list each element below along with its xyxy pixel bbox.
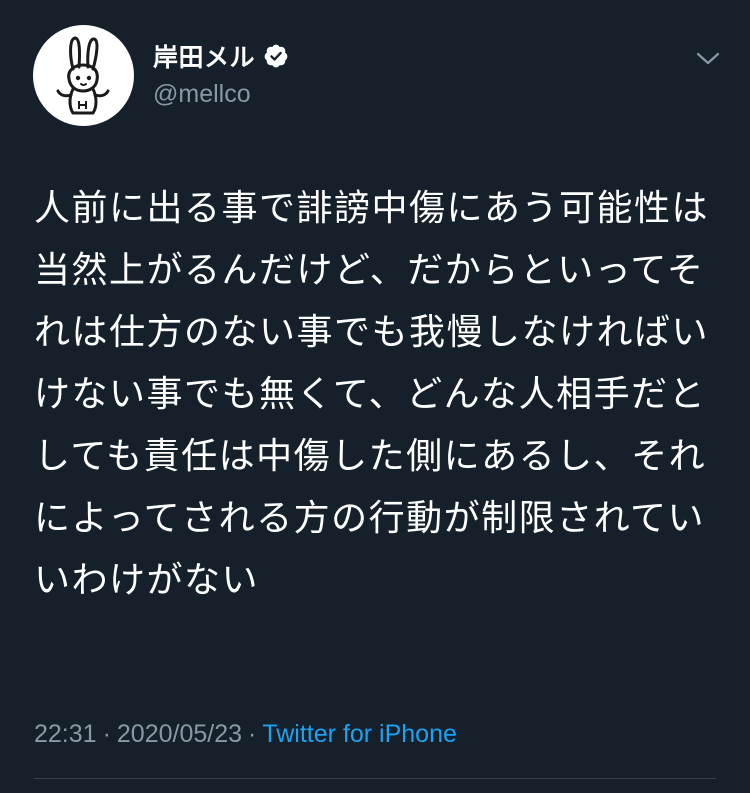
- chevron-down-icon[interactable]: [694, 46, 722, 70]
- tweet-meta: 22:31 · 2020/05/23 · Twitter for iPhone: [34, 720, 457, 749]
- tweet-time[interactable]: 22:31: [34, 720, 97, 749]
- tweet-source-link[interactable]: Twitter for iPhone: [262, 720, 457, 749]
- meta-separator-2: ·: [248, 720, 257, 748]
- avatar[interactable]: [33, 25, 134, 126]
- tweet-card: 岸田メル @mellco 人前に出る事で誹謗中傷にあう可能性は当然上がるんだけど…: [0, 0, 750, 793]
- rabbit-avatar-icon: [56, 36, 110, 115]
- divider: [34, 778, 716, 779]
- verified-badge-icon: [264, 44, 288, 68]
- meta-separator: ·: [102, 720, 111, 748]
- tweet-date[interactable]: 2020/05/23: [117, 720, 242, 749]
- tweet-text: 人前に出る事で誹謗中傷にあう可能性は当然上がるんだけど、だからといってそれは仕方…: [34, 188, 710, 601]
- user-handle[interactable]: @mellco: [153, 80, 251, 109]
- author-row: 岸田メル: [153, 38, 289, 74]
- display-name[interactable]: 岸田メル: [153, 38, 255, 74]
